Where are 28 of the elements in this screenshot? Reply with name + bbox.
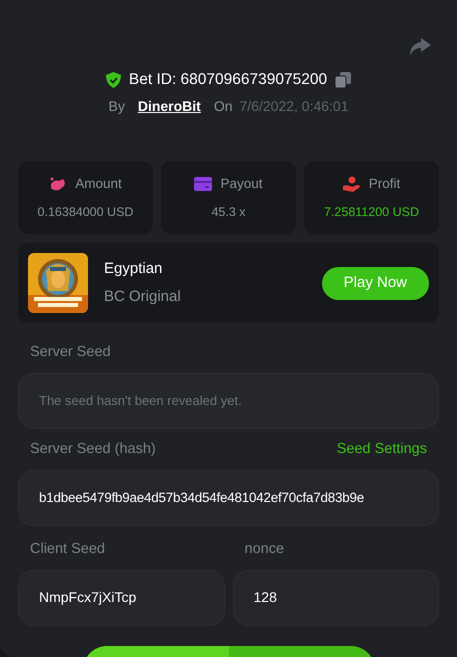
user-link[interactable]: DineroBit: [138, 96, 201, 118]
game-name: Egyptian: [104, 258, 164, 279]
game-provider: BC Original: [104, 287, 182, 308]
server-seed-hash-field: b1dbee5479fb9ae4d57b34d54fe481042ef70cfa7d83b9e: [18, 470, 439, 526]
on-label: On: [214, 97, 233, 116]
seed-settings-link[interactable]: Seed Settings: [336, 439, 427, 461]
stat-value: 45.3 x: [211, 204, 246, 221]
field-label: Server Seed (hash): [30, 440, 156, 459]
stat-label: Payout: [220, 174, 263, 193]
bet-date: 7/6/2022, 0:46:01: [240, 97, 349, 116]
nonce-field: 128: [232, 570, 439, 626]
shield-check-icon: [106, 72, 121, 88]
field-label: Client Seed: [30, 540, 105, 559]
copy-icon[interactable]: [335, 72, 352, 88]
field-label: Server Seed: [30, 343, 111, 362]
stat-label: Profit: [368, 174, 400, 193]
share-icon[interactable]: [409, 38, 431, 56]
stat-label: Amount: [75, 174, 122, 193]
bet-id: Bet ID: 68070966739075200: [128, 70, 328, 90]
amount-icon: [49, 176, 68, 192]
field-label: nonce: [244, 540, 284, 559]
stat-value: 7.25811200 USD: [324, 204, 419, 221]
profit-icon: [342, 176, 361, 192]
client-seed-field: NmpFcx7jXiTcp: [18, 570, 224, 626]
by-label: By: [108, 97, 125, 116]
server-seed-field: The seed hasn't been revealed yet.: [18, 373, 439, 429]
stat-value: 0.16384000 USD: [38, 204, 134, 221]
payout-icon: [194, 176, 212, 191]
